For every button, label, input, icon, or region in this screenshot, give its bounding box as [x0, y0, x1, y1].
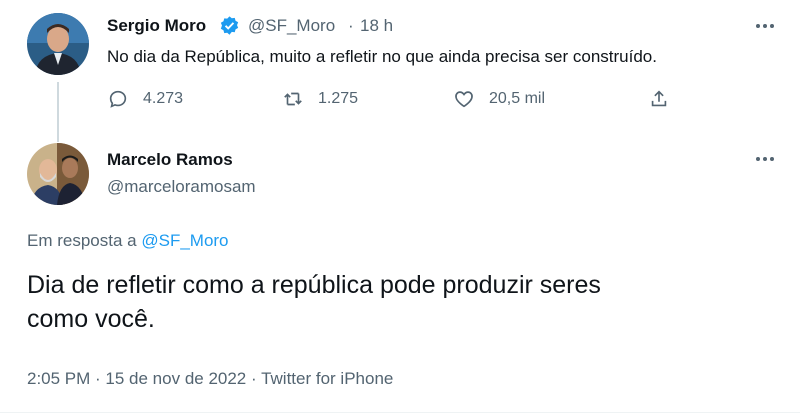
tweet-text: No dia da República, muito a refletir no…: [107, 47, 657, 66]
share-button[interactable]: [648, 88, 670, 110]
like-button[interactable]: 20,5 mil: [453, 88, 545, 110]
reply-author-name[interactable]: Marcelo Ramos: [107, 150, 233, 170]
replying-to-prefix: Em resposta a: [27, 231, 137, 250]
reply-count: 4.273: [143, 90, 184, 107]
avatar-marcelo-ramos[interactable]: [27, 143, 89, 205]
reply-timestamp-source[interactable]: 2:05 PM · 15 de nov de 2022 · Twitter fo…: [27, 369, 393, 389]
tweet-time[interactable]: 18 h: [360, 16, 393, 36]
replying-to: Em resposta a @SF_Moro: [27, 231, 229, 251]
tweet-handle[interactable]: @SF_Moro: [248, 16, 335, 36]
more-icon[interactable]: [756, 157, 774, 161]
heart-icon: [455, 91, 473, 108]
retweet-button[interactable]: 1.275: [282, 88, 358, 110]
more-icon[interactable]: [756, 24, 774, 28]
thread-connector-line: [57, 82, 59, 142]
tweet-author-name[interactable]: Sergio Moro: [107, 16, 206, 36]
retweet-count: 1.275: [318, 90, 359, 107]
bottom-divider: [0, 412, 800, 413]
share-icon: [651, 90, 667, 107]
replying-to-handle-link[interactable]: @SF_Moro: [141, 231, 228, 250]
verified-badge-icon: [219, 15, 240, 41]
reply-text-line-1: Dia de refletir como a república pode pr…: [27, 271, 601, 299]
reply-icon: [109, 90, 127, 108]
reply-button[interactable]: 4.273: [107, 88, 183, 110]
tweet-meta-separator: ·: [348, 16, 354, 35]
retweet-icon: [284, 92, 302, 106]
reply-handle[interactable]: @marceloramosam: [107, 177, 256, 197]
reply-text-line-2: como você.: [27, 305, 155, 333]
like-count: 20,5 mil: [489, 90, 546, 107]
avatar-sergio-moro[interactable]: [27, 13, 89, 75]
reply-text: Dia de refletir como a república pode pr…: [27, 268, 601, 336]
